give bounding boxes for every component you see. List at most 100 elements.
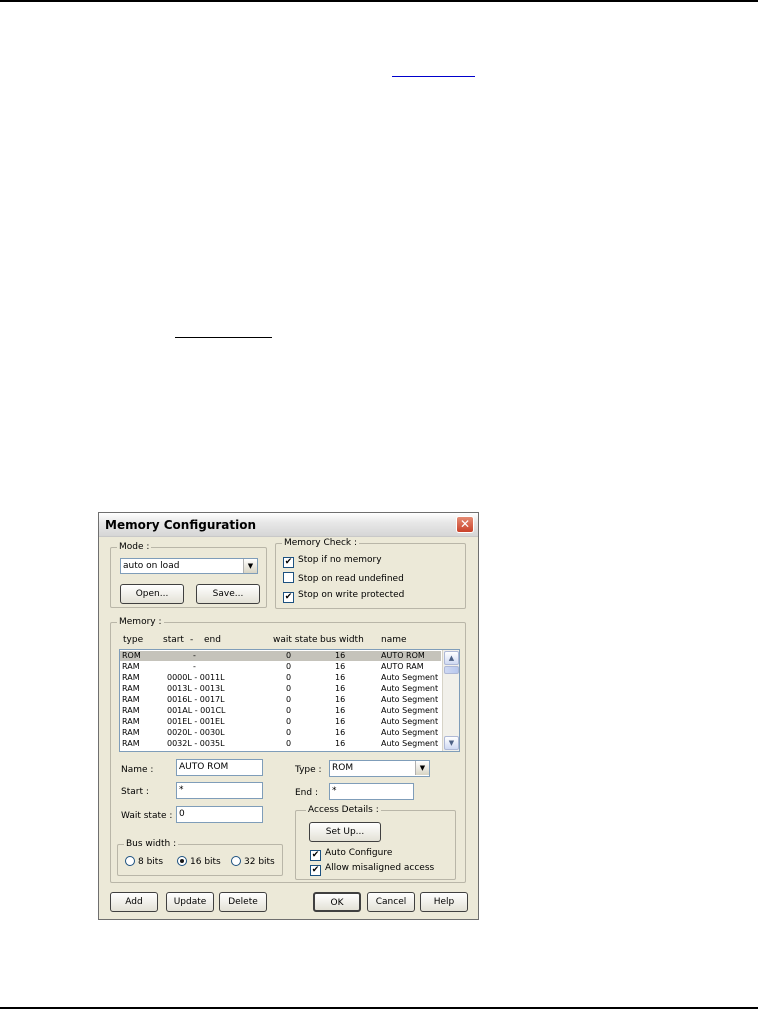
chevron-down-icon[interactable]: ▼ xyxy=(243,559,257,573)
end-input[interactable]: * xyxy=(329,783,414,800)
scroll-thumb[interactable] xyxy=(444,666,459,674)
radio-off[interactable] xyxy=(231,856,241,866)
bus-32-bits-radio[interactable]: 32 bits xyxy=(231,856,275,868)
col-name: name xyxy=(381,635,407,645)
update-button[interactable]: Update xyxy=(166,892,214,912)
cell-range: 0016L - 0017L xyxy=(167,695,225,704)
table-row[interactable]: RAM 0020L - 0030L 0 16 Auto Segment xyxy=(120,728,441,738)
start-label: Start : xyxy=(121,787,149,797)
col-bus-width: bus width xyxy=(320,635,364,645)
cell-type: ROM xyxy=(122,651,141,660)
col-dash: - xyxy=(190,635,194,645)
help-button[interactable]: Help xyxy=(420,892,468,912)
checkbox-label: Auto Configure xyxy=(325,848,393,858)
setup-button[interactable]: Set Up... xyxy=(309,822,381,842)
cell-range: 001AL - 001CL xyxy=(167,706,226,715)
cell-range: - xyxy=(193,651,196,660)
table-row[interactable]: RAM 001EL - 001EL 0 16 Auto Segment xyxy=(120,717,441,727)
cell-wait-state: 0 xyxy=(286,662,292,671)
auto-configure-checkbox[interactable]: ✔ Auto Configure xyxy=(310,847,393,861)
mode-label: Mode : xyxy=(117,541,152,553)
col-start: start xyxy=(163,635,184,645)
page-top-rule xyxy=(0,0,758,2)
page-bottom-rule xyxy=(0,1007,758,1009)
hyperlink-underline[interactable] xyxy=(392,76,475,77)
radio-on[interactable] xyxy=(177,856,187,866)
cell-name: Auto Segment xyxy=(381,706,439,715)
cell-bus-width: 16 xyxy=(335,673,346,682)
table-row[interactable]: RAM 001AL - 001CL 0 16 Auto Segment xyxy=(120,706,441,716)
cell-range: 0013L - 0013L xyxy=(167,684,225,693)
memory-list[interactable]: ROM - 0 16 AUTO ROM RAM - 0 16 AUTO RAM RAM 0000L -… xyxy=(119,649,460,752)
checkbox-label: Stop if no memory xyxy=(298,555,382,565)
cell-bus-width: 16 xyxy=(335,651,346,660)
memory-configuration-dialog: Memory Configuration ✕ Mode : auto on lo… xyxy=(98,512,479,920)
dialog-titlebar[interactable]: Memory Configuration ✕ xyxy=(99,513,478,537)
mode-select[interactable]: auto on load ▼ xyxy=(120,558,258,574)
stop-on-write-protected-checkbox[interactable]: ✔ Stop on write protected xyxy=(283,589,404,603)
bus-8-bits-radio[interactable]: 8 bits xyxy=(125,856,163,868)
cell-type: RAM xyxy=(122,706,140,715)
bus-width-label: Bus width : xyxy=(124,838,179,850)
stop-on-read-undefined-checkbox[interactable]: Stop on read undefined xyxy=(283,572,404,585)
wait-state-input[interactable]: 0 xyxy=(176,806,263,823)
cell-range: 0000L - 0011L xyxy=(167,673,225,682)
delete-button[interactable]: Delete xyxy=(219,892,267,912)
cell-name: AUTO RAM xyxy=(381,662,424,671)
open-button[interactable]: Open... xyxy=(120,584,184,604)
ok-button[interactable]: OK xyxy=(313,892,361,912)
add-button[interactable]: Add xyxy=(110,892,158,912)
start-input[interactable]: * xyxy=(176,782,263,799)
cell-name: Auto Segment xyxy=(381,739,439,748)
col-wait-state: wait state xyxy=(273,635,318,645)
table-row[interactable]: RAM 0032L - 0035L 0 16 Auto Segment xyxy=(120,739,441,749)
radio-label: 16 bits xyxy=(190,857,221,867)
cancel-button[interactable]: Cancel xyxy=(367,892,415,912)
save-button[interactable]: Save... xyxy=(196,584,260,604)
radio-label: 8 bits xyxy=(138,857,164,867)
radio-off[interactable] xyxy=(125,856,135,866)
name-input[interactable]: AUTO ROM xyxy=(176,759,263,776)
cell-name: Auto Segment xyxy=(381,717,439,726)
checkbox-checked[interactable]: ✔ xyxy=(310,865,321,876)
cell-range: 0032L - 0035L xyxy=(167,739,225,748)
cell-type: RAM xyxy=(122,728,140,737)
cell-type: RAM xyxy=(122,662,140,671)
end-label: End : xyxy=(295,788,318,798)
allow-misaligned-checkbox[interactable]: ✔ Allow misaligned access xyxy=(310,862,434,876)
radio-label: 32 bits xyxy=(244,857,275,867)
checkbox-checked[interactable]: ✔ xyxy=(283,592,294,603)
cell-wait-state: 0 xyxy=(286,684,292,693)
cell-bus-width: 16 xyxy=(335,662,346,671)
stop-if-no-memory-checkbox[interactable]: ✔ Stop if no memory xyxy=(283,554,382,568)
col-type: type xyxy=(123,635,144,645)
type-select[interactable]: ROM ▼ xyxy=(329,760,430,777)
type-label: Type : xyxy=(295,765,322,775)
cell-wait-state: 0 xyxy=(286,717,292,726)
table-row[interactable]: RAM - 0 16 AUTO RAM xyxy=(120,662,441,672)
type-selected-value: ROM xyxy=(332,763,354,773)
close-icon[interactable]: ✕ xyxy=(456,516,474,533)
bus-16-bits-radio[interactable]: 16 bits xyxy=(177,856,221,868)
scroll-up-icon[interactable]: ▲ xyxy=(444,651,459,665)
list-scrollbar[interactable]: ▲ ▼ xyxy=(442,650,459,751)
chevron-down-icon[interactable]: ▼ xyxy=(415,761,429,775)
table-row[interactable]: ROM - 0 16 AUTO ROM xyxy=(120,651,441,661)
cell-range: 0020L - 0030L xyxy=(167,728,225,737)
cell-wait-state: 0 xyxy=(286,706,292,715)
cell-type: RAM xyxy=(122,673,140,682)
checkbox-checked[interactable]: ✔ xyxy=(283,557,294,568)
table-row[interactable]: RAM 0000L - 0011L 0 16 Auto Segment xyxy=(120,673,441,683)
cell-bus-width: 16 xyxy=(335,695,346,704)
cell-bus-width: 16 xyxy=(335,684,346,693)
cell-range: 001EL - 001EL xyxy=(167,717,225,726)
scroll-down-icon[interactable]: ▼ xyxy=(444,736,459,750)
checkbox-unchecked[interactable] xyxy=(283,572,294,583)
table-row[interactable]: RAM 0016L - 0017L 0 16 Auto Segment xyxy=(120,695,441,705)
cell-name: Auto Segment xyxy=(381,673,439,682)
table-row[interactable]: RAM 0013L - 0013L 0 16 Auto Segment xyxy=(120,684,441,694)
access-details-label: Access Details : xyxy=(306,804,381,816)
bus-width-group: Bus width : 8 bits 16 bits 32 bits xyxy=(117,838,283,876)
checkbox-checked[interactable]: ✔ xyxy=(310,850,321,861)
cell-type: RAM xyxy=(122,739,140,748)
